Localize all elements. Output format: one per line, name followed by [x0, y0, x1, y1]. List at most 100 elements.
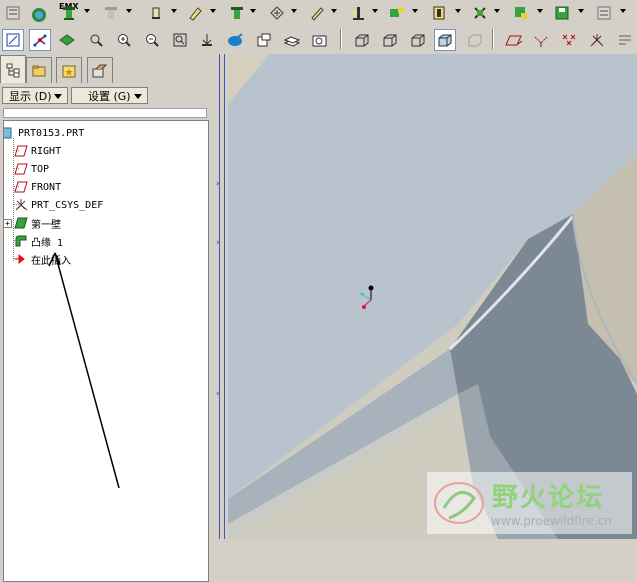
round-icon[interactable] — [266, 2, 288, 24]
tree-item-label: 凸缘 1 — [31, 237, 64, 249]
named-view-icon[interactable] — [196, 29, 218, 51]
view-manager-icon[interactable] — [253, 29, 275, 51]
model-tree: PRT0153.PRT RIGHT TOP FRONT PRT_CSYS_DEF — [3, 120, 209, 582]
layer-tree-icon[interactable] — [593, 2, 615, 24]
datum-plane-dropdown-arrow[interactable] — [372, 9, 378, 13]
pattern-dropdown-arrow[interactable] — [494, 9, 500, 13]
settings-menu-label: 设置 (G) — [88, 89, 131, 103]
toolbar-separator — [492, 29, 494, 49]
watermark-url: www.proewildfire.cn — [491, 514, 612, 528]
flange-icon — [14, 234, 28, 248]
datum-dropdown-arrow[interactable] — [126, 9, 132, 13]
appearance-icon[interactable] — [224, 29, 246, 51]
no-hidden-icon[interactable] — [407, 29, 429, 51]
show-menu-label: 显示 (D) — [9, 89, 52, 103]
tree-root-item[interactable]: PRT0153.PRT — [4, 125, 85, 141]
round-dropdown-arrow[interactable] — [291, 9, 297, 13]
tree-item-top[interactable]: TOP — [14, 161, 49, 177]
tree-root-label: PRT0153.PRT — [18, 127, 85, 139]
model-tree-icon[interactable] — [58, 2, 80, 24]
part-icon — [4, 126, 15, 140]
graphics-window[interactable] — [228, 54, 637, 539]
datum-icon[interactable] — [100, 2, 122, 24]
datum-plane-icon[interactable] — [347, 2, 369, 24]
tree-item-label: PRT_CSYS_DEF — [31, 199, 104, 211]
pattern-icon[interactable] — [469, 2, 491, 24]
extrude-icon[interactable] — [145, 2, 167, 24]
tree-item-first-wall[interactable]: + 第一壁 — [4, 215, 61, 231]
panel-splitter[interactable]: › › ‹ — [212, 54, 228, 539]
settings-menu-button[interactable]: 设置 (G) — [71, 87, 148, 104]
tree-item-label: RIGHT — [31, 145, 62, 157]
edit-dropdown-arrow[interactable] — [210, 9, 216, 13]
hole-dropdown-arrow[interactable] — [250, 9, 256, 13]
mirror-icon[interactable] — [428, 2, 450, 24]
favorites-tab[interactable] — [56, 57, 82, 83]
sketch-icon[interactable] — [306, 2, 328, 24]
hidden-line-icon[interactable] — [379, 29, 401, 51]
forum-watermark: 野火论坛 www.proewildfire.cn — [427, 472, 632, 534]
tree-item-insert-here[interactable]: 在此插入 — [14, 251, 71, 267]
save-dropdown-arrow[interactable] — [578, 9, 584, 13]
datum-plane-icon — [14, 180, 28, 194]
toolbar-separator — [340, 29, 342, 49]
emx-icon[interactable]: EMX — [28, 2, 79, 24]
collapse-arrow-icon[interactable]: › — [216, 239, 220, 248]
collapse-arrow-icon[interactable]: › — [216, 180, 220, 189]
view-toolbar — [0, 26, 637, 55]
point-display-icon[interactable] — [558, 29, 580, 51]
saved-views-icon[interactable] — [309, 29, 331, 51]
analysis-icon[interactable] — [510, 2, 532, 24]
analysis-dropdown-arrow[interactable] — [537, 9, 543, 13]
sketch-dropdown-arrow[interactable] — [331, 9, 337, 13]
tree-item-label: TOP — [31, 163, 50, 175]
annotation-display-icon[interactable] — [614, 29, 636, 51]
refit-icon[interactable] — [85, 29, 107, 51]
shading-icon[interactable] — [434, 29, 456, 51]
watermark-title: 野火论坛 — [492, 483, 605, 513]
datum-display-icon[interactable] — [464, 29, 486, 51]
model-tree-dropdown-arrow[interactable] — [84, 9, 90, 13]
collapse-arrow-icon[interactable]: ‹ — [216, 390, 220, 399]
tree-item-csys[interactable]: PRT_CSYS_DEF — [14, 197, 103, 213]
watermark-logo-icon — [434, 482, 484, 524]
tree-column-header — [3, 108, 207, 118]
layer-tree-dropdown-arrow[interactable] — [620, 9, 626, 13]
sheetmetal-wall-icon — [14, 216, 28, 230]
datum-plane-icon — [14, 162, 28, 176]
draft-dropdown-arrow[interactable] — [412, 9, 418, 13]
extrude-dropdown-arrow[interactable] — [171, 9, 177, 13]
insert-here-icon — [14, 252, 28, 266]
tree-item-flange[interactable]: 凸缘 1 — [14, 233, 63, 249]
zoom-box-icon[interactable] — [169, 29, 191, 51]
save-icon[interactable] — [551, 2, 573, 24]
tree-item-label: 在此插入 — [31, 255, 71, 267]
spin-center-icon[interactable] — [29, 29, 51, 51]
chevron-down-icon — [54, 94, 62, 99]
wireframe-icon[interactable] — [351, 29, 373, 51]
connections-tab[interactable] — [87, 57, 113, 83]
sheetmetal-model — [228, 54, 637, 539]
hole-icon[interactable] — [226, 2, 248, 24]
zoom-in-icon[interactable] — [113, 29, 135, 51]
navigator-panel: 显示 (D) 设置 (G) PRT0153.PRT RIGHT TOP FRON… — [0, 54, 212, 582]
draft-icon[interactable] — [386, 2, 408, 24]
tree-item-label: 第一壁 — [31, 219, 61, 231]
show-menu-button[interactable]: 显示 (D) — [2, 87, 68, 104]
datum-plane-icon — [14, 144, 28, 158]
repaint-icon[interactable] — [2, 29, 24, 51]
tree-item-right[interactable]: RIGHT — [14, 143, 61, 159]
orient-icon[interactable] — [56, 29, 78, 51]
mirror-dropdown-arrow[interactable] — [455, 9, 461, 13]
model-tree-tab[interactable] — [0, 55, 26, 83]
folder-browser-tab[interactable] — [26, 57, 52, 83]
layer-icon[interactable] — [2, 2, 24, 24]
plane-display-icon[interactable] — [503, 29, 525, 51]
expand-icon[interactable]: + — [4, 218, 12, 228]
layers-icon[interactable] — [281, 29, 303, 51]
zoom-out-icon[interactable] — [141, 29, 163, 51]
csys-display-icon[interactable] — [586, 29, 608, 51]
tree-item-front[interactable]: FRONT — [14, 179, 61, 195]
edit-icon[interactable] — [184, 2, 206, 24]
axis-display-icon[interactable] — [530, 29, 552, 51]
